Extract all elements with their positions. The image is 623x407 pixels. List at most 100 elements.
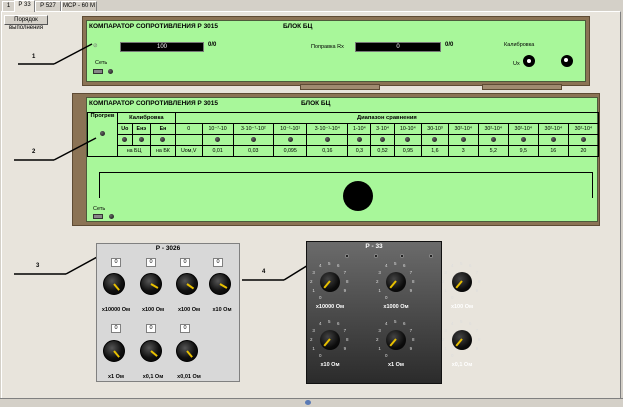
diagram-label-1: 1	[32, 54, 36, 60]
r3026-knob-label: х10 Ом	[212, 307, 232, 313]
dial-tick-label: 8	[412, 337, 415, 342]
r3026-title: Р - 3026	[155, 245, 181, 252]
r33-dial-label: х1000 Ом	[383, 304, 409, 310]
dial-tick-label: 1	[444, 346, 447, 351]
dial-tick-label: 9	[409, 346, 413, 351]
dial-tick-label: 3	[444, 328, 447, 333]
dial-tick-label: 7	[343, 328, 347, 333]
dial-tick-label: 3	[378, 270, 381, 275]
diagram-label-4: 4	[262, 269, 266, 275]
r3026-knob-label: х10000 Ом	[101, 307, 131, 313]
r3026-value-box: 0	[213, 258, 223, 267]
r3026-knob[interactable]	[176, 273, 198, 295]
dial-tick-label: 3	[312, 328, 315, 333]
dial-tick-label: 1	[312, 288, 315, 293]
dial-tick-label: 0	[319, 294, 322, 300]
scroll-indicator-icon[interactable]	[305, 400, 311, 405]
terminal-icon[interactable]	[345, 254, 349, 258]
dial-tick-label: 8	[346, 337, 349, 342]
dial-tick-label: 3	[312, 270, 315, 275]
dial-tick-label: 1	[312, 346, 315, 351]
dial-tick-label: 2	[310, 279, 313, 284]
r3026-knob[interactable]	[140, 340, 162, 362]
dial-tick-label: 7	[409, 270, 413, 275]
dial-tick-label: 4	[451, 263, 454, 269]
dial-tick-label: 1	[378, 346, 381, 351]
tab-r33[interactable]: Р 33	[14, 0, 35, 12]
r33-dial-label: х10 Ом	[320, 362, 340, 368]
r3026-knob[interactable]	[176, 340, 198, 362]
terminal-icon[interactable]	[429, 254, 433, 258]
dial-tick-label: 9	[475, 288, 479, 293]
dial-tick-label: 7	[475, 270, 479, 275]
dial-tick-label: 3	[378, 328, 381, 333]
r33-dial[interactable]	[320, 272, 340, 292]
r3026-knob[interactable]	[140, 273, 162, 295]
status-bar	[0, 398, 623, 407]
dial-tick-label: 5	[394, 319, 397, 324]
r33-dial-label: х10000 Ом	[315, 304, 345, 310]
dial-tick-label: 7	[409, 328, 413, 333]
dial-tick-label: 2	[376, 279, 379, 284]
r3026-knob[interactable]	[209, 273, 231, 295]
dial-tick-label: 9	[343, 346, 347, 351]
dial-tick-label: 6	[337, 321, 340, 327]
r33-dial-label: х0,1 Ом	[451, 362, 473, 368]
r3026-knob-label: х0,01 Ом	[177, 374, 201, 380]
dial-tick-label: 8	[478, 279, 481, 284]
dial-tick-label: 2	[376, 337, 379, 342]
r33-dial-label: х1 Ом	[388, 362, 404, 368]
dial-tick-label: 8	[412, 279, 415, 284]
r3026-value-box: 0	[180, 324, 190, 333]
dial-tick-label: 5	[460, 319, 463, 324]
r3026-value-box: 0	[111, 324, 121, 333]
r3026-knob-label: х0,1 Ом	[142, 374, 164, 380]
dial-tick-label: 5	[394, 261, 397, 266]
r33-title: Р - 33	[365, 243, 383, 250]
dial-tick-label: 3	[444, 270, 447, 275]
dial-tick-label: 4	[319, 263, 322, 269]
dial-tick-label: 0	[385, 294, 388, 300]
dial-tick-label: 7	[475, 328, 479, 333]
dial-tick-label: 6	[403, 321, 406, 327]
dial-tick-label: 0	[385, 352, 388, 358]
r3026-knob-label: х100 Ом	[141, 307, 165, 313]
dial-tick-label: 2	[310, 337, 313, 342]
r3026-knob[interactable]	[103, 340, 125, 362]
dial-tick-label: 2	[442, 337, 445, 342]
r3026-knob[interactable]	[103, 273, 125, 295]
dial-tick-label: 8	[478, 337, 481, 342]
dial-tick-label: 6	[469, 321, 472, 327]
r33-dial[interactable]	[452, 330, 472, 350]
r3026-knob-label: х1 Ом	[108, 374, 124, 380]
dial-tick-label: 0	[451, 294, 454, 300]
dial-tick-label: 8	[346, 279, 349, 284]
r3026-value-box: 0	[146, 258, 156, 267]
r3026-value-box: 0	[146, 324, 156, 333]
dial-tick-label: 5	[328, 261, 331, 266]
diagram-label-2: 2	[32, 149, 36, 155]
r33-dial[interactable]	[386, 272, 406, 292]
dial-tick-label: 6	[403, 263, 406, 269]
dial-tick-label: 4	[385, 321, 388, 327]
dial-tick-label: 9	[409, 288, 413, 293]
dial-tick-label: 4	[451, 321, 454, 327]
r3026-value-box: 0	[111, 258, 121, 267]
dial-tick-label: 5	[328, 319, 331, 324]
r33-dial[interactable]	[452, 272, 472, 292]
r33-dial[interactable]	[320, 330, 340, 350]
dial-tick-label: 7	[343, 270, 347, 275]
terminal-icon[interactable]	[374, 254, 378, 258]
dial-tick-label: 9	[475, 346, 479, 351]
dial-tick-label: 0	[319, 352, 322, 358]
r33-dial-label: х100 Ом	[450, 304, 474, 310]
dial-tick-label: 2	[442, 279, 445, 284]
r33-dial[interactable]	[386, 330, 406, 350]
diagram-label-3: 3	[36, 263, 40, 269]
dial-tick-label: 4	[385, 263, 388, 269]
dial-tick-label: 6	[337, 263, 340, 269]
dial-tick-label: 1	[444, 288, 447, 293]
dial-tick-label: 0	[451, 352, 454, 358]
terminal-icon[interactable]	[400, 254, 404, 258]
r3026-value-box: 0	[180, 258, 190, 267]
